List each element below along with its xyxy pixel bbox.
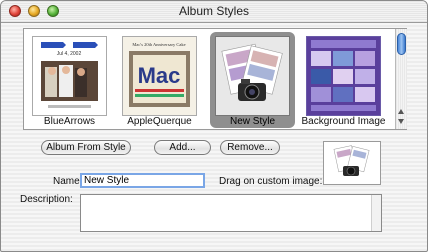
album-styles-window: Album Styles Jul 4, 2002 BlueArrows Mac'…	[0, 0, 428, 252]
style-label-background-image: Background Image	[301, 116, 386, 127]
applequerque-preview-word: Mac	[138, 63, 181, 88]
style-label-bluearrows: BlueArrows	[43, 116, 96, 127]
applequerque-preview: Mac's 20th Anniversary Cake Mac	[122, 36, 197, 116]
applequerque-preview-heading: Mac's 20th Anniversary Cake	[132, 42, 185, 47]
name-field[interactable]: New Style	[80, 173, 205, 188]
style-browser: Jul 4, 2002 BlueArrows Mac's 20th Annive…	[23, 28, 407, 130]
bluearrows-preview-title: Jul 4, 2002	[57, 51, 82, 57]
window-title: Album Styles	[178, 4, 250, 18]
title-bar[interactable]: Album Styles	[1, 1, 427, 23]
background-image-preview	[306, 36, 381, 116]
style-label-applequerque: AppleQuerque	[127, 116, 192, 127]
style-thumb-new-style[interactable]: New Style	[210, 32, 295, 128]
description-scrollbar[interactable]	[371, 195, 381, 231]
custom-image-label: Drag on custom image:	[219, 176, 323, 187]
style-thumb-bluearrows[interactable]: Jul 4, 2002 BlueArrows	[27, 32, 112, 128]
style-thumb-applequerque[interactable]: Mac's 20th Anniversary Cake Mac AppleQue…	[117, 32, 202, 128]
style-thumb-background-image[interactable]: Background Image	[301, 32, 386, 128]
custom-image-well[interactable]	[323, 141, 381, 185]
scroll-down-arrow-icon[interactable]	[398, 119, 404, 124]
bluearrows-preview: Jul 4, 2002	[32, 36, 107, 116]
remove-button[interactable]: Remove...	[220, 140, 280, 155]
style-browser-scrollbar[interactable]	[395, 29, 407, 129]
name-label: Name:	[53, 176, 83, 187]
scrollbar-thumb[interactable]	[397, 33, 406, 55]
add-button[interactable]: Add...	[154, 140, 211, 155]
description-label: Description:	[20, 194, 73, 205]
new-style-preview	[215, 36, 290, 116]
scroll-up-arrow-icon[interactable]	[398, 109, 404, 114]
album-from-style-button[interactable]: Album From Style	[41, 140, 131, 155]
description-field[interactable]	[80, 194, 382, 232]
style-label-new-style: New Style	[229, 116, 275, 127]
